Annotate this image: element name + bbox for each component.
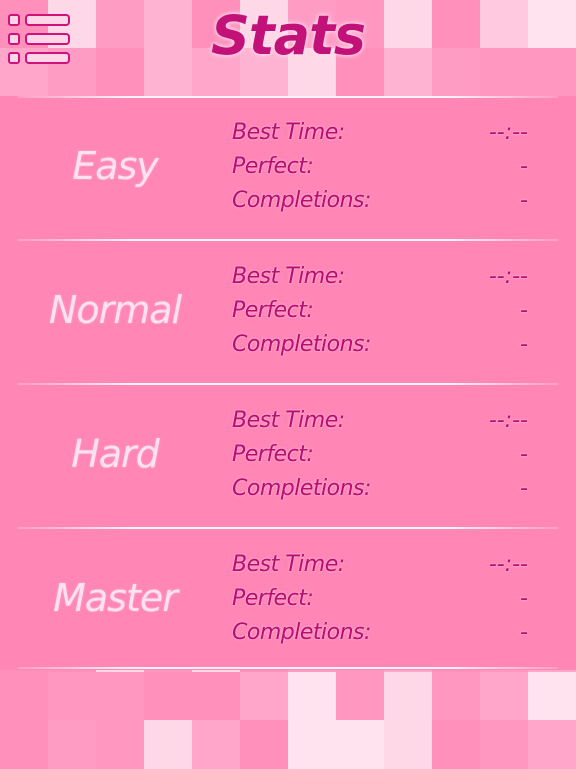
best-time-label: Best Time:	[232, 408, 345, 433]
completions-label: Completions:	[232, 620, 371, 645]
perfect-label: Perfect:	[232, 154, 314, 179]
completions-label: Completions:	[232, 188, 371, 213]
completions-value: -	[520, 620, 528, 645]
difficulty-label: Hard	[71, 432, 160, 476]
completions-label: Completions:	[232, 476, 371, 501]
perfect-label: Perfect:	[232, 442, 314, 467]
stats-row-hard: Hard Best Time: --:-- Perfect: - Complet…	[0, 384, 576, 528]
stats-row-master: Master Best Time: --:-- Perfect: - Compl…	[0, 528, 576, 672]
difficulty-label: Master	[53, 576, 178, 620]
perfect-value: -	[520, 154, 528, 179]
best-time-label: Best Time:	[232, 552, 345, 577]
perfect-value: -	[520, 586, 528, 611]
best-time-label: Best Time:	[232, 120, 345, 145]
perfect-value: -	[520, 298, 528, 323]
completions-label: Completions:	[232, 332, 371, 357]
perfect-value: -	[520, 442, 528, 467]
best-time-label: Best Time:	[232, 264, 345, 289]
stats-row-normal: Normal Best Time: --:-- Perfect: - Compl…	[0, 240, 576, 384]
completions-value: -	[520, 332, 528, 357]
difficulty-label: Normal	[48, 288, 182, 332]
best-time-value: --:--	[488, 120, 528, 145]
divider	[18, 667, 558, 669]
best-time-value: --:--	[488, 552, 528, 577]
page-title: Stats	[210, 4, 366, 67]
best-time-value: --:--	[488, 408, 528, 433]
best-time-value: --:--	[488, 264, 528, 289]
stats-row-easy: Easy Best Time: --:-- Perfect: - Complet…	[0, 96, 576, 240]
completions-value: -	[520, 476, 528, 501]
header: Stats	[0, 0, 576, 96]
stats-panel: Easy Best Time: --:-- Perfect: - Complet…	[0, 96, 576, 670]
perfect-label: Perfect:	[232, 586, 314, 611]
perfect-label: Perfect:	[232, 298, 314, 323]
completions-value: -	[520, 188, 528, 213]
difficulty-label: Easy	[72, 144, 159, 188]
